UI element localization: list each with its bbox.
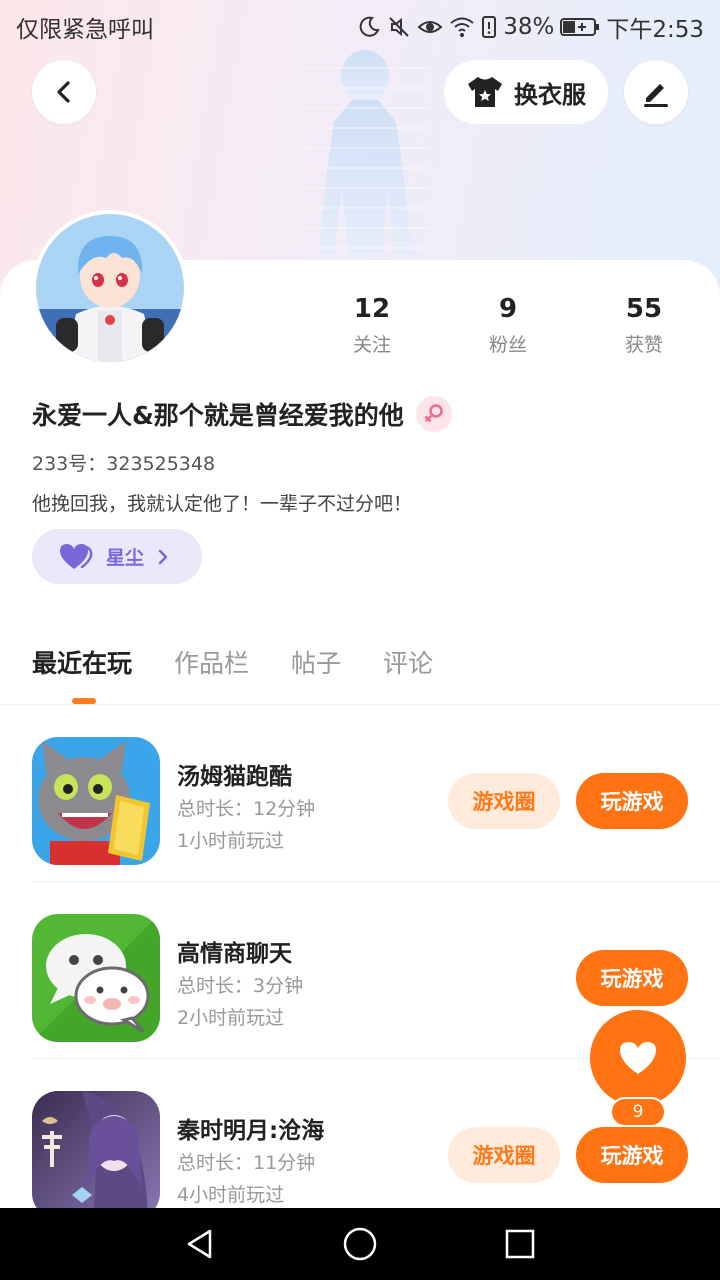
sim-alert-icon xyxy=(482,16,497,38)
shirt-star-icon xyxy=(468,77,502,107)
game-icon-talking-tom[interactable] xyxy=(32,737,160,865)
game-last-played: 4小时前玩过 xyxy=(177,1184,285,1206)
nav-home-button[interactable] xyxy=(320,1208,400,1280)
qin-shi-ming-yue-icon xyxy=(32,1091,160,1219)
status-bar: 仅限紧急呼叫 38% 下午2:53 xyxy=(0,0,720,50)
stat-value: 12 xyxy=(353,294,391,324)
nav-recents-button[interactable] xyxy=(480,1208,560,1280)
gender-badge xyxy=(415,396,452,432)
game-last-played: 2小时前玩过 xyxy=(177,1007,285,1029)
female-icon xyxy=(424,404,443,423)
username-row: 永爱一人&那个就是曾经爱我的他 xyxy=(32,396,452,432)
game-name: 秦时明月:沧海 xyxy=(177,1118,325,1144)
change-outfit-label: 换衣服 xyxy=(514,80,586,109)
avatar[interactable] xyxy=(32,210,188,366)
user-id: 233号：323525348 xyxy=(32,453,216,475)
talking-tom-icon xyxy=(32,737,160,865)
triangle-back-icon xyxy=(187,1229,212,1259)
tab-comments[interactable]: 评论 xyxy=(383,644,433,680)
like-count-badge: 9 xyxy=(610,1097,666,1127)
heart-icon xyxy=(60,543,93,569)
game-icon-qin-shi-ming-yue[interactable] xyxy=(32,1091,160,1219)
profile-tabs: 最近在玩 作品栏 帖子 评论 xyxy=(32,644,433,680)
game-duration: 总时长：3分钟 xyxy=(177,975,304,997)
tab-works[interactable]: 作品栏 xyxy=(174,644,249,680)
change-outfit-button[interactable]: 换衣服 xyxy=(444,60,608,124)
tab-recently-played[interactable]: 最近在玩 xyxy=(32,644,132,680)
circle-home-icon xyxy=(343,1227,377,1261)
play-game-button[interactable]: 玩游戏 xyxy=(576,773,688,829)
battery-charging-icon xyxy=(560,18,600,36)
back-button[interactable] xyxy=(32,60,96,124)
avatar-hologram-silhouette xyxy=(300,50,430,258)
game-duration: 总时长：12分钟 xyxy=(177,798,316,820)
play-game-button[interactable]: 玩游戏 xyxy=(576,1127,688,1183)
eye-icon xyxy=(417,21,443,33)
stat-label: 获赞 xyxy=(624,334,663,356)
profile-stats: 12 关注 9 粉丝 55 获赞 xyxy=(304,292,712,357)
bio: 他挽回我，我就认定他了！一辈子不过分吧！ xyxy=(32,493,413,515)
game-name: 高情商聊天 xyxy=(177,941,292,967)
stat-likes[interactable]: 55 获赞 xyxy=(576,292,712,357)
like-fab[interactable] xyxy=(590,1010,686,1106)
stat-label: 关注 xyxy=(352,334,391,356)
stat-label: 粉丝 xyxy=(488,334,527,356)
game-circle-button[interactable]: 游戏圈 xyxy=(448,773,560,829)
stat-followers[interactable]: 9 粉丝 xyxy=(440,292,576,357)
carrier-text: 仅限紧急呼叫 xyxy=(16,17,154,43)
game-last-played: 1小时前玩过 xyxy=(177,830,285,852)
edit-profile-button[interactable] xyxy=(624,60,688,124)
username: 永爱一人&那个就是曾经爱我的他 xyxy=(32,401,404,430)
recent-games-list: 汤姆猫跑酷 总时长：12分钟 1小时前玩过 游戏圈 玩游戏 高情商聊天 总时长：… xyxy=(0,705,720,1236)
battery-percent: 38% xyxy=(503,14,555,40)
stat-value: 55 xyxy=(625,294,663,324)
moon-icon xyxy=(359,16,380,37)
heart-icon xyxy=(620,1042,656,1074)
play-game-button[interactable]: 玩游戏 xyxy=(576,950,688,1006)
list-item[interactable]: 汤姆猫跑酷 总时长：12分钟 1小时前玩过 游戏圈 玩游戏 xyxy=(0,705,720,882)
system-nav-bar xyxy=(0,1208,720,1280)
stat-following[interactable]: 12 关注 xyxy=(304,292,440,357)
game-circle-button[interactable]: 游戏圈 xyxy=(448,1127,560,1183)
nav-back-button[interactable] xyxy=(160,1208,240,1280)
stardust-label: 星尘 xyxy=(106,547,145,569)
game-duration: 总时长：11分钟 xyxy=(177,1152,316,1174)
stat-value: 9 xyxy=(498,294,518,324)
status-icons: 38% 下午2:53 xyxy=(357,10,704,44)
chevron-right-icon xyxy=(158,549,168,564)
clock: 下午2:53 xyxy=(606,17,704,43)
game-icon-chat[interactable] xyxy=(32,914,160,1042)
anime-avatar-image xyxy=(36,214,184,362)
game-name: 汤姆猫跑酷 xyxy=(177,764,292,790)
wifi-icon xyxy=(450,17,474,37)
edit-icon xyxy=(644,84,668,107)
square-recents-icon xyxy=(505,1229,535,1259)
mute-icon xyxy=(389,17,409,37)
chevron-left-icon xyxy=(57,81,70,103)
stardust-button[interactable]: 星尘 xyxy=(32,529,202,584)
tab-posts[interactable]: 帖子 xyxy=(291,644,341,680)
chat-game-icon xyxy=(32,914,160,1042)
